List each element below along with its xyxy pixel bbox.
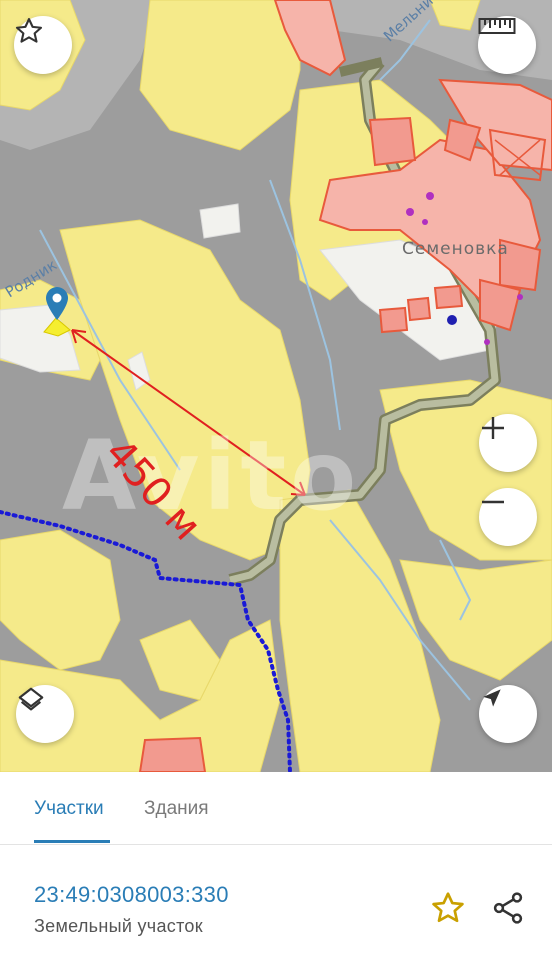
zoom-in-button[interactable] (479, 414, 537, 472)
share-icon (493, 892, 523, 924)
cadastral-number[interactable]: 23:49:0308003:330 (34, 882, 229, 908)
watermark: Avito (62, 420, 361, 532)
share-button[interactable] (490, 890, 526, 931)
tab-bar: Участки Здания (0, 772, 552, 845)
zoom-out-button[interactable] (479, 488, 537, 546)
parcel-type: Земельный участок (34, 916, 203, 936)
layers-button[interactable] (16, 685, 74, 743)
map-canvas (0, 0, 552, 772)
map-view[interactable]: Мельничн... Родник Семеновка Avito 450 м (0, 0, 552, 772)
tab-buildings[interactable]: Здания (144, 798, 209, 820)
active-tab-indicator (34, 840, 110, 843)
plus-icon (482, 417, 504, 439)
locate-button[interactable] (479, 685, 537, 743)
navigation-arrow-icon (483, 689, 501, 707)
parcel-favorite-button[interactable] (430, 890, 466, 931)
bottom-sheet: Участки Здания 23:49:0308003:330 Земельн… (0, 772, 552, 960)
minus-icon (482, 500, 504, 504)
layers-icon (18, 687, 44, 711)
favorite-button[interactable] (14, 16, 72, 74)
star-outline-icon (432, 892, 464, 923)
ruler-icon (478, 18, 516, 34)
star-outline-icon (15, 18, 43, 43)
tab-parcels[interactable]: Участки (34, 798, 104, 820)
ruler-button[interactable] (478, 16, 536, 74)
village-label: Семеновка (402, 239, 509, 259)
